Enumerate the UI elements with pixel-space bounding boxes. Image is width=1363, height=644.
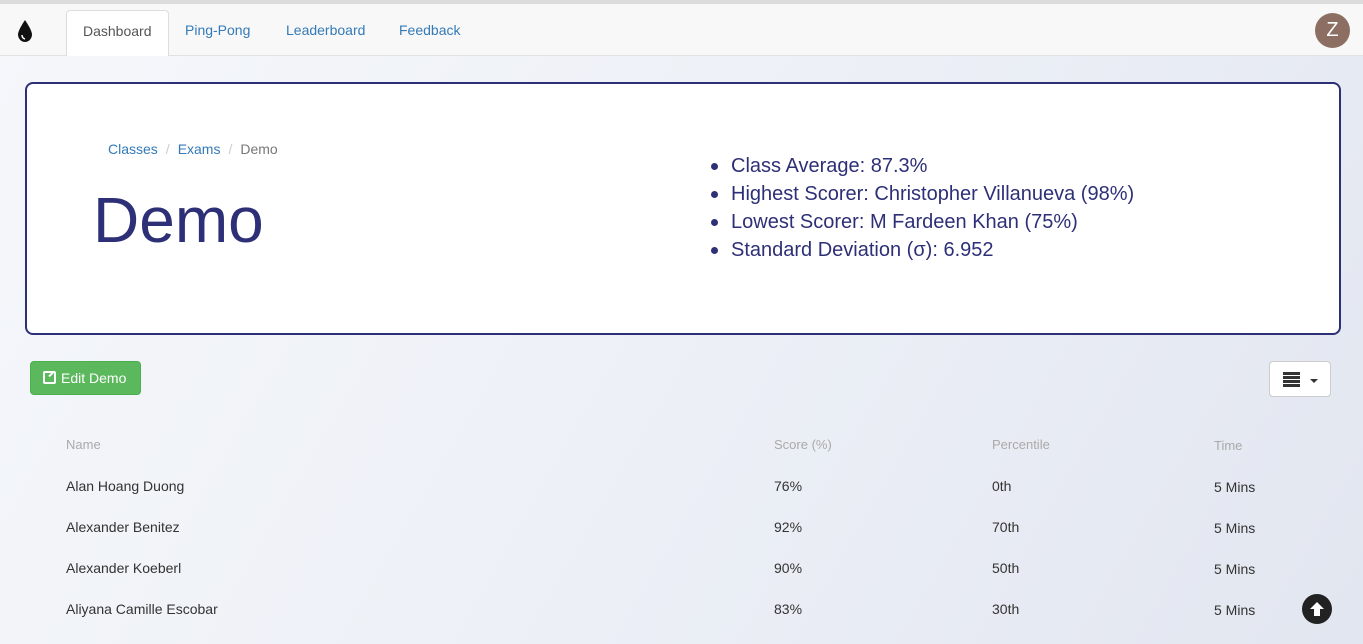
stat-class-average: Class Average: 87.3%: [710, 152, 1134, 180]
scroll-to-top-button[interactable]: [1302, 594, 1332, 624]
stat-highest-scorer: Highest Scorer: Christopher Villanueva (…: [710, 180, 1134, 208]
row-4-score: 83%: [774, 601, 803, 617]
page-title: Demo: [93, 184, 264, 256]
breadcrumb-current: Demo: [240, 141, 278, 157]
edit-icon: [43, 371, 56, 384]
user-avatar[interactable]: Z: [1315, 13, 1350, 48]
column-header-score[interactable]: Score (%): [774, 437, 832, 452]
row-3-time: 5 Mins: [1214, 561, 1256, 577]
row-1-name: Alan Hoang Duong: [66, 478, 185, 494]
drop-logo-icon[interactable]: [16, 19, 34, 43]
row-1-score: 76%: [774, 478, 803, 494]
row-2-percentile: 70th: [992, 519, 1020, 535]
row-3-score: 90%: [774, 560, 803, 576]
columns-toggle-button[interactable]: [1269, 361, 1331, 397]
exam-summary-card: Classes / Exams / Demo Demo Class Average: 8…: [25, 82, 1341, 335]
list-icon: [1283, 372, 1300, 387]
row-4-name: Aliyana Camille Escobar: [66, 601, 218, 617]
caret-down-icon: [1310, 379, 1318, 383]
stats-list: Class Average: 87.3% Highest Scorer: Chr…: [710, 152, 1134, 264]
breadcrumb-exams[interactable]: Exams: [178, 141, 221, 157]
row-3-name: Alexander Koeberl: [66, 560, 182, 576]
arrow-up-icon: [1310, 602, 1324, 616]
edit-demo-button[interactable]: Edit Demo: [30, 361, 141, 395]
edit-demo-label: Edit Demo: [61, 370, 127, 386]
stat-lowest-scorer: Lowest Scorer: M Fardeen Khan (75%): [710, 208, 1134, 236]
navbar: Dashboard Ping-Pong Leaderboard Feedback…: [0, 4, 1363, 56]
row-4-percentile: 30th: [992, 601, 1020, 617]
breadcrumb: Classes / Exams / Demo: [108, 141, 278, 157]
tab-ping-pong[interactable]: Ping-Pong: [169, 10, 266, 56]
breadcrumb-classes[interactable]: Classes: [108, 141, 158, 157]
row-2-name: Alexander Benitez: [66, 519, 180, 535]
row-4-time: 5 Mins: [1214, 602, 1256, 618]
row-2-score: 92%: [774, 519, 803, 535]
column-header-time[interactable]: Time: [1214, 438, 1242, 453]
column-header-name[interactable]: Name: [66, 437, 101, 452]
row-1-time: 5 Mins: [1214, 479, 1256, 495]
tab-leaderboard[interactable]: Leaderboard: [270, 10, 381, 56]
row-1-percentile: 0th: [992, 478, 1012, 494]
tab-feedback[interactable]: Feedback: [383, 10, 476, 56]
tab-dashboard[interactable]: Dashboard: [66, 10, 169, 56]
row-2-time: 5 Mins: [1214, 520, 1256, 536]
column-header-percentile[interactable]: Percentile: [992, 437, 1050, 452]
stat-standard-deviation: Standard Deviation (σ): 6.952: [710, 236, 1134, 264]
row-3-percentile: 50th: [992, 560, 1020, 576]
